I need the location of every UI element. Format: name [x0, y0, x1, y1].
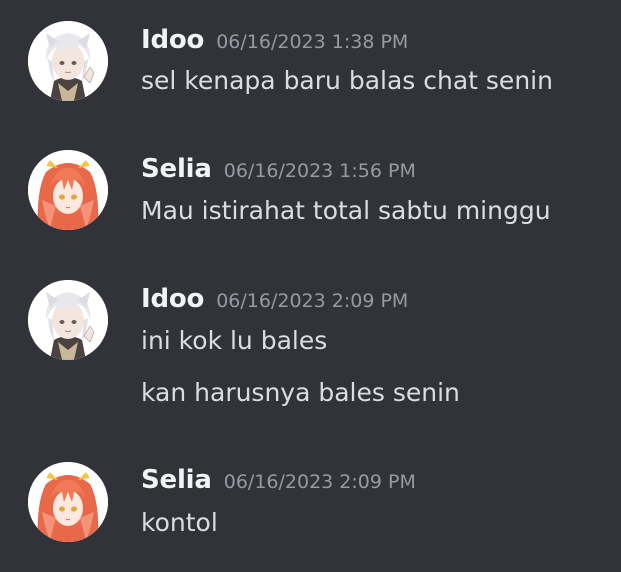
- avatar-selia[interactable]: [28, 150, 108, 230]
- message-content: kontol: [141, 508, 218, 537]
- message-timestamp: 06/16/2023 1:56 PM: [223, 160, 416, 182]
- white-haired-boy-avatar-icon: [28, 21, 108, 101]
- avatar-selia[interactable]: [28, 462, 108, 542]
- orange-haired-girl-avatar-icon: [28, 150, 108, 230]
- message-author[interactable]: Selia: [141, 154, 212, 184]
- message-author[interactable]: Idoo: [141, 284, 204, 314]
- message-content: Mau istirahat total sabtu minggu: [141, 196, 551, 225]
- message-timestamp: 06/16/2023 2:09 PM: [216, 290, 409, 312]
- message-content: ini kok lu bales: [141, 326, 328, 355]
- message-content: sel kenapa baru balas chat senin: [141, 66, 553, 95]
- orange-haired-girl-avatar-icon: [28, 462, 108, 542]
- message-author[interactable]: Idoo: [141, 25, 204, 55]
- avatar-idoo[interactable]: [28, 280, 108, 360]
- message-content: kan harusnya bales senin: [141, 378, 460, 407]
- avatar-idoo[interactable]: [28, 21, 108, 101]
- white-haired-boy-avatar-icon: [28, 280, 108, 360]
- message-author[interactable]: Selia: [141, 465, 212, 495]
- chat-message-list: Idoo 06/16/2023 1:38 PM sel kenapa baru b…: [0, 0, 621, 572]
- message-timestamp: 06/16/2023 1:38 PM: [216, 31, 409, 53]
- message-timestamp: 06/16/2023 2:09 PM: [223, 471, 416, 493]
